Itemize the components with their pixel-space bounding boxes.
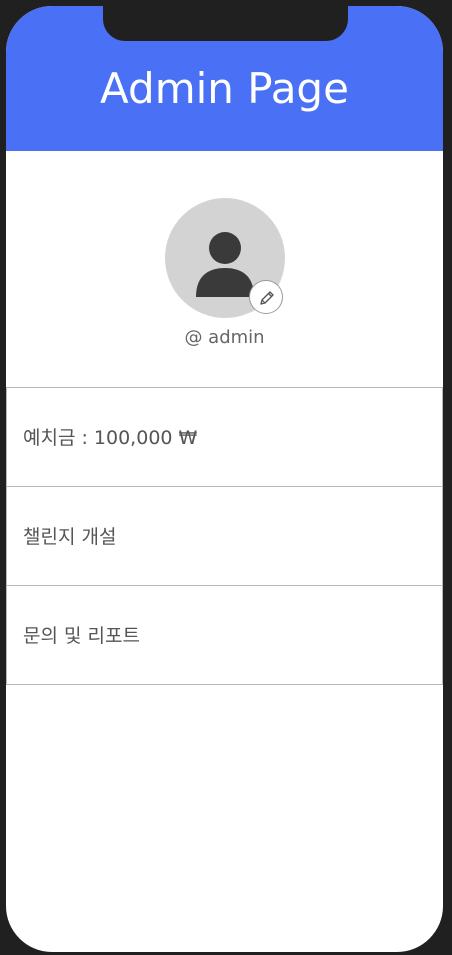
edit-profile-button[interactable] — [249, 280, 283, 314]
menu-item-create-challenge[interactable]: 챌린지 개설 — [6, 486, 443, 586]
menu-item-inquiries-reports[interactable]: 문의 및 리포트 — [6, 585, 443, 685]
menu-item-label: 챌린지 개설 — [23, 526, 117, 548]
admin-menu: 예치금 : 100,000 ₩ 챌린지 개설 문의 및 리포트 — [6, 387, 443, 685]
page-title: Admin Page — [100, 64, 349, 113]
menu-item-label: 예치금 : 100,000 ₩ — [23, 427, 198, 449]
username: @ admin — [184, 327, 265, 348]
pencil-icon — [260, 291, 274, 305]
phone-frame: Admin Page @ admin 예치금 : 100,000 ₩ 챌린지 개… — [6, 6, 443, 952]
menu-item-label: 문의 및 리포트 — [23, 625, 140, 647]
device-notch — [103, 6, 348, 41]
menu-item-deposit[interactable]: 예치금 : 100,000 ₩ — [6, 387, 443, 487]
